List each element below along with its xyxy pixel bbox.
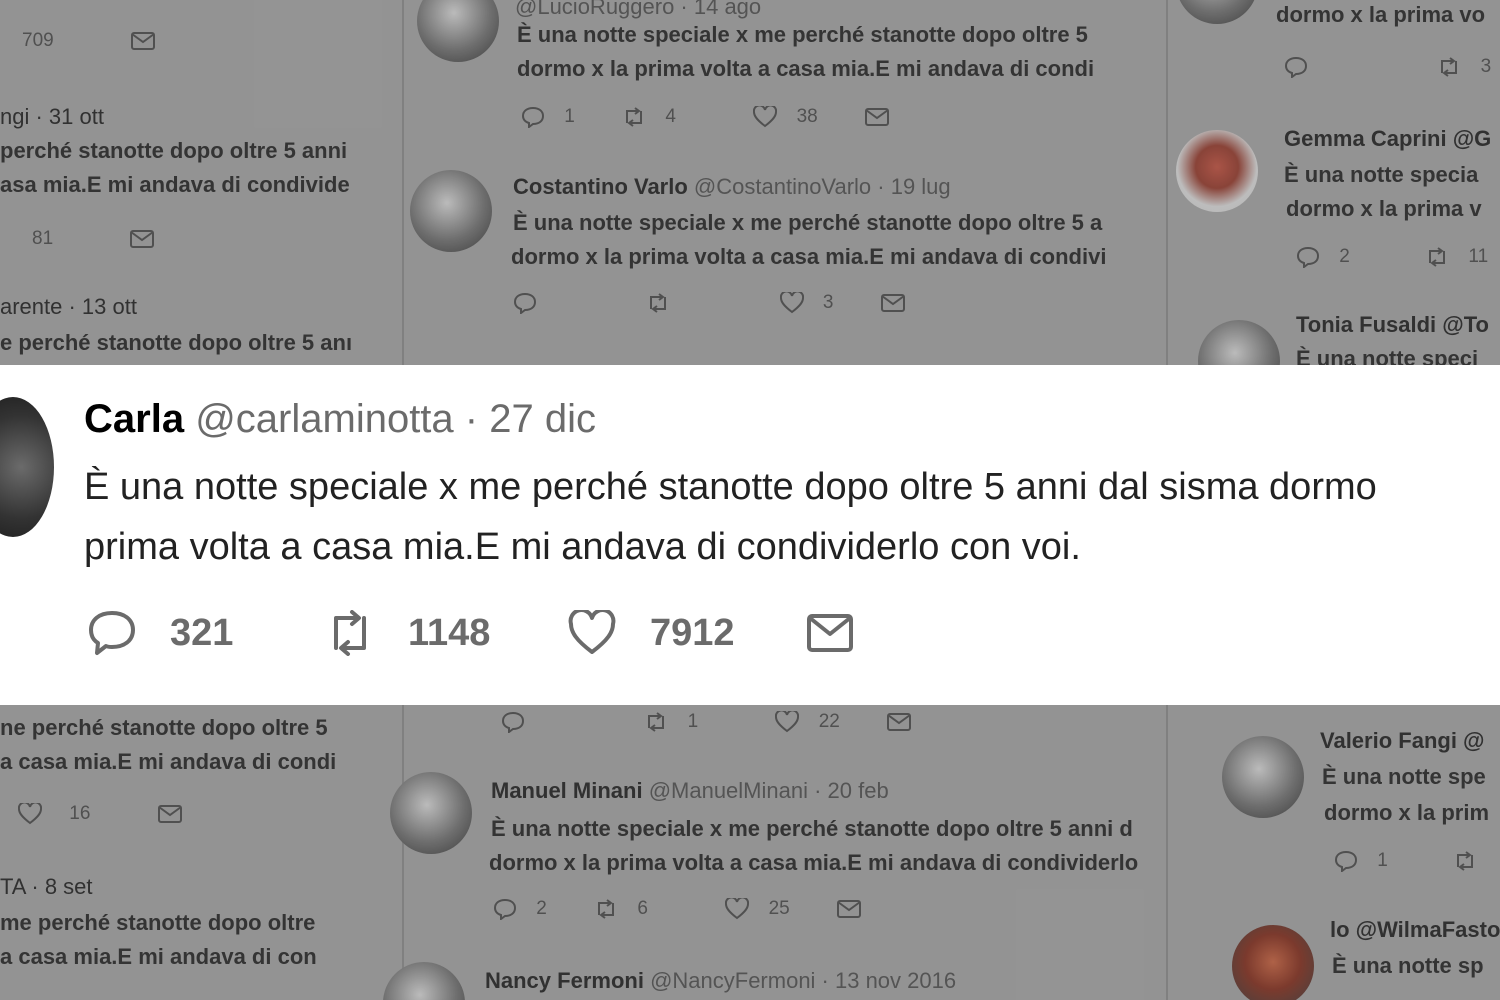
reply-icon	[88, 610, 136, 656]
avatar[interactable]	[0, 397, 54, 537]
retweet-icon	[326, 610, 374, 656]
tweet-text-line: prima volta a casa mia.E mi andava di co…	[84, 526, 1081, 568]
retweet-button[interactable]: 1148	[326, 610, 490, 656]
heart-icon	[568, 608, 616, 656]
tweet-text: È una notte speciale x me perché stanott…	[84, 457, 1377, 577]
reply-button[interactable]: 321	[88, 610, 233, 656]
mail-icon	[806, 610, 854, 656]
tweet-date[interactable]: · 27 dic	[465, 397, 596, 441]
featured-tweet[interactable]: Carla @carlaminotta · 27 dic È una notte…	[0, 365, 1500, 705]
author-name[interactable]: Carla	[84, 397, 184, 441]
retweet-count: 1148	[408, 611, 491, 654]
like-count: 7912	[650, 611, 735, 654]
reply-count: 321	[170, 611, 234, 654]
direct-message-button[interactable]	[806, 610, 888, 656]
author-handle[interactable]: @carlaminotta	[195, 397, 453, 441]
tweet-text-line: È una notte speciale x me perché stanott…	[84, 466, 1377, 508]
like-button[interactable]: 7912	[568, 608, 735, 656]
tweet-header: Carla @carlaminotta · 27 dic	[84, 397, 596, 442]
